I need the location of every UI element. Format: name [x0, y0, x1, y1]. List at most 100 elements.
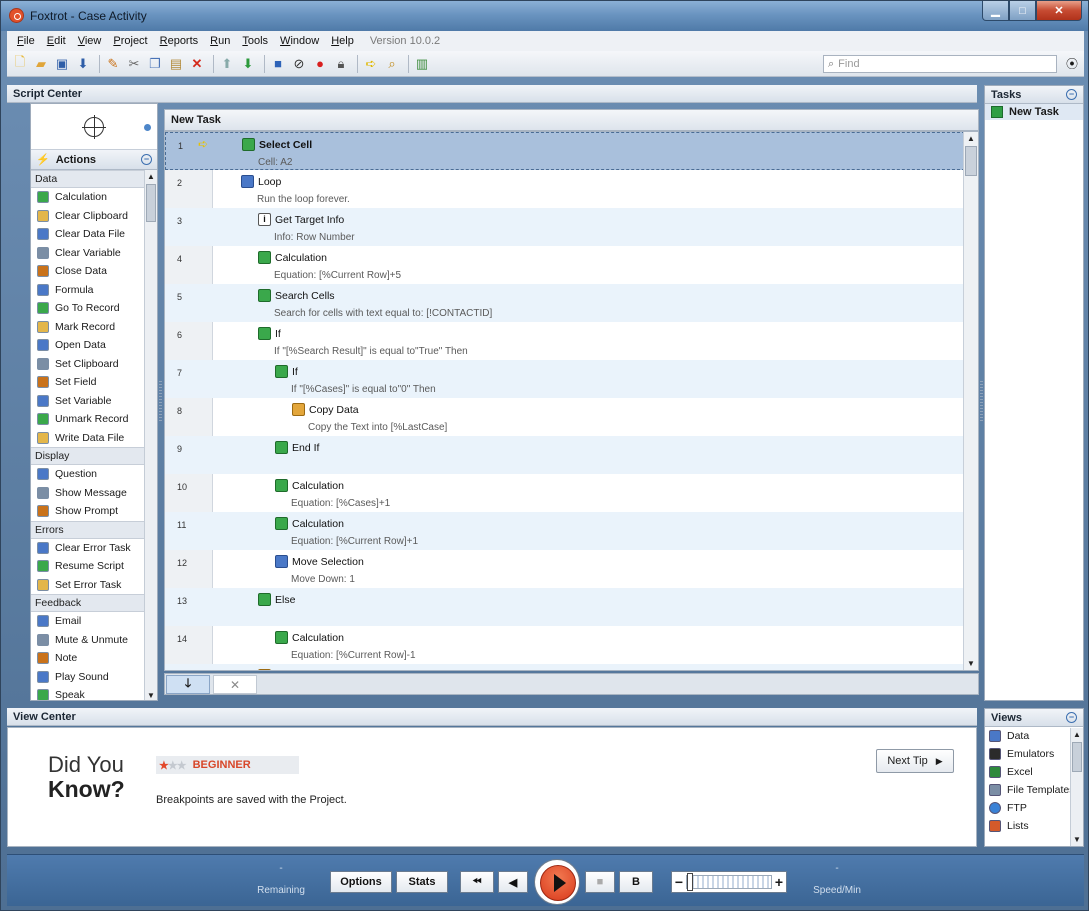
stop-button[interactable]: ■	[585, 871, 615, 893]
action-item[interactable]: Play Sound	[31, 668, 145, 687]
breakpoint-button[interactable]: B	[619, 871, 653, 893]
slider-track[interactable]	[686, 873, 772, 891]
find-options-icon[interactable]: ⦿	[1063, 55, 1081, 73]
view-item[interactable]: Data	[985, 727, 1083, 745]
copy-icon[interactable]: ❐	[146, 55, 164, 73]
action-item[interactable]: Close Data	[31, 262, 145, 281]
action-item[interactable]: Open Data	[31, 336, 145, 355]
rewind-button[interactable]: ⏪︎	[460, 871, 494, 893]
action-item[interactable]: Clear Variable	[31, 244, 145, 263]
menu-run[interactable]: Run	[204, 35, 236, 47]
view-item[interactable]: FTP	[985, 799, 1083, 817]
script-row[interactable]: 13 Else	[165, 588, 965, 626]
view-item[interactable]: Emulators	[985, 745, 1083, 763]
script-row[interactable]: 6 If If "[%Search Result]" is equal to"Tru…	[165, 322, 965, 360]
script-row[interactable]: 9 End If	[165, 436, 965, 474]
lock-icon[interactable]: 🔒︎	[332, 55, 350, 73]
scroll-thumb[interactable]	[965, 146, 977, 176]
menu-file[interactable]: File	[11, 35, 41, 47]
collapse-icon[interactable]: −	[1066, 712, 1077, 723]
script-row[interactable]: 4 Calculation Equation: [%Current Row]+5	[165, 246, 965, 284]
editor-scrollbar[interactable]: ▲ ▼	[963, 132, 978, 670]
disable-icon[interactable]: ⊘	[290, 55, 308, 73]
target-settings-icon[interactable]	[144, 124, 151, 131]
scroll-up-icon[interactable]: ▲	[145, 170, 157, 183]
task-item[interactable]: New Task	[985, 104, 1083, 120]
script-row[interactable]: 14 Calculation Equation: [%Current Row]-1	[165, 626, 965, 664]
save-icon[interactable]: ▣	[53, 55, 71, 73]
action-item[interactable]: Formula	[31, 281, 145, 300]
scroll-down-icon[interactable]: ▼	[145, 689, 157, 700]
action-item[interactable]: Set Field	[31, 373, 145, 392]
download-icon[interactable]: ⬇	[74, 55, 92, 73]
step-back-button[interactable]: ◀	[498, 871, 528, 893]
scroll-up-icon[interactable]: ▲	[1071, 728, 1083, 741]
script-row[interactable]: 8 Copy Data Copy the Text into [%LastCase]	[165, 398, 965, 436]
action-item[interactable]: Question	[31, 465, 145, 484]
sidebar-splitter[interactable]	[159, 381, 162, 421]
menu-tools[interactable]: Tools	[236, 35, 274, 47]
action-item[interactable]: Show Prompt	[31, 502, 145, 521]
notes-icon[interactable]: ▥	[413, 55, 431, 73]
target-picker[interactable]	[31, 104, 157, 150]
script-row[interactable]: 7 If If "[%Cases]" is equal to"0" Then	[165, 360, 965, 398]
script-editor[interactable]: 1 ➪ Select Cell Cell: A2 2 Loop Run the loop f…	[164, 131, 979, 671]
menu-help[interactable]: Help	[325, 35, 360, 47]
action-item[interactable]: Set Error Task	[31, 576, 145, 595]
action-item[interactable]: Set Variable	[31, 392, 145, 411]
stats-button[interactable]: Stats	[396, 871, 448, 893]
cut-icon[interactable]: ✂	[125, 55, 143, 73]
view-item[interactable]: Lists	[985, 817, 1083, 835]
actions-scrollbar[interactable]: ▲ ▼	[144, 170, 157, 700]
pencil-icon[interactable]: ✎	[104, 55, 122, 73]
menu-view[interactable]: View	[72, 35, 108, 47]
plus-icon[interactable]: +	[772, 874, 786, 890]
action-item[interactable]: Clear Clipboard	[31, 207, 145, 226]
minimize-button[interactable]: ▁	[982, 1, 1009, 21]
menu-reports[interactable]: Reports	[154, 35, 205, 47]
action-item[interactable]: Go To Record	[31, 299, 145, 318]
tasks-splitter[interactable]	[980, 381, 983, 421]
close-button[interactable]: ✕	[1036, 1, 1082, 21]
action-item[interactable]: Email	[31, 612, 145, 631]
action-item[interactable]: Unmark Record	[31, 410, 145, 429]
maximize-button[interactable]: □	[1009, 1, 1036, 21]
scroll-up-icon[interactable]: ▲	[964, 132, 978, 145]
action-item[interactable]: Clear Error Task	[31, 539, 145, 558]
collapse-icon[interactable]: −	[141, 154, 152, 165]
action-category-display[interactable]: Display	[31, 447, 145, 465]
view-item[interactable]: File Templates	[985, 781, 1083, 799]
action-item[interactable]: Set Clipboard	[31, 355, 145, 374]
paste-icon[interactable]: ▤	[167, 55, 185, 73]
collapse-icon[interactable]: −	[1066, 89, 1077, 100]
action-category-data[interactable]: Data	[31, 170, 145, 188]
next-tip-button[interactable]: Next Tip ▶	[876, 749, 954, 773]
menu-project[interactable]: Project	[107, 35, 153, 47]
clear-button[interactable]: ✕	[213, 675, 257, 694]
action-item[interactable]: Show Message	[31, 484, 145, 503]
delete-icon[interactable]: ✕	[188, 55, 206, 73]
play-button[interactable]	[534, 859, 580, 905]
action-item[interactable]: Mute & Unmute	[31, 631, 145, 650]
action-item[interactable]: Resume Script	[31, 557, 145, 576]
scroll-down-icon[interactable]: ▼	[964, 657, 978, 670]
slider-knob[interactable]	[687, 873, 693, 891]
script-row[interactable]: 3 i Get Target Info Info: Row Number	[165, 208, 965, 246]
new-file-icon[interactable]: 🗋	[11, 54, 29, 73]
action-item[interactable]: Speak	[31, 686, 145, 700]
move-up-icon[interactable]: ⬆	[218, 55, 236, 73]
script-row[interactable]: 1 ➪ Select Cell Cell: A2	[165, 132, 965, 170]
step-down-button[interactable]: 🡓	[166, 675, 210, 694]
action-item[interactable]: Note	[31, 649, 145, 668]
view-item[interactable]: Excel	[985, 763, 1083, 781]
scroll-thumb[interactable]	[1072, 742, 1082, 772]
script-row[interactable]: 15Copy DataCopy the Text into [%FirstCas…	[165, 664, 965, 670]
script-row[interactable]: 2 Loop Run the loop forever.	[165, 170, 965, 208]
options-button[interactable]: Options	[330, 871, 392, 893]
breakpoint-icon[interactable]: ●	[311, 55, 329, 73]
run-arrow-icon[interactable]: ➪	[362, 55, 380, 73]
script-row[interactable]: 5 Search Cells Search for cells with text …	[165, 284, 965, 322]
action-item[interactable]: Clear Data File	[31, 225, 145, 244]
open-folder-icon[interactable]: ▰	[32, 55, 50, 73]
action-item[interactable]: Write Data File	[31, 429, 145, 448]
